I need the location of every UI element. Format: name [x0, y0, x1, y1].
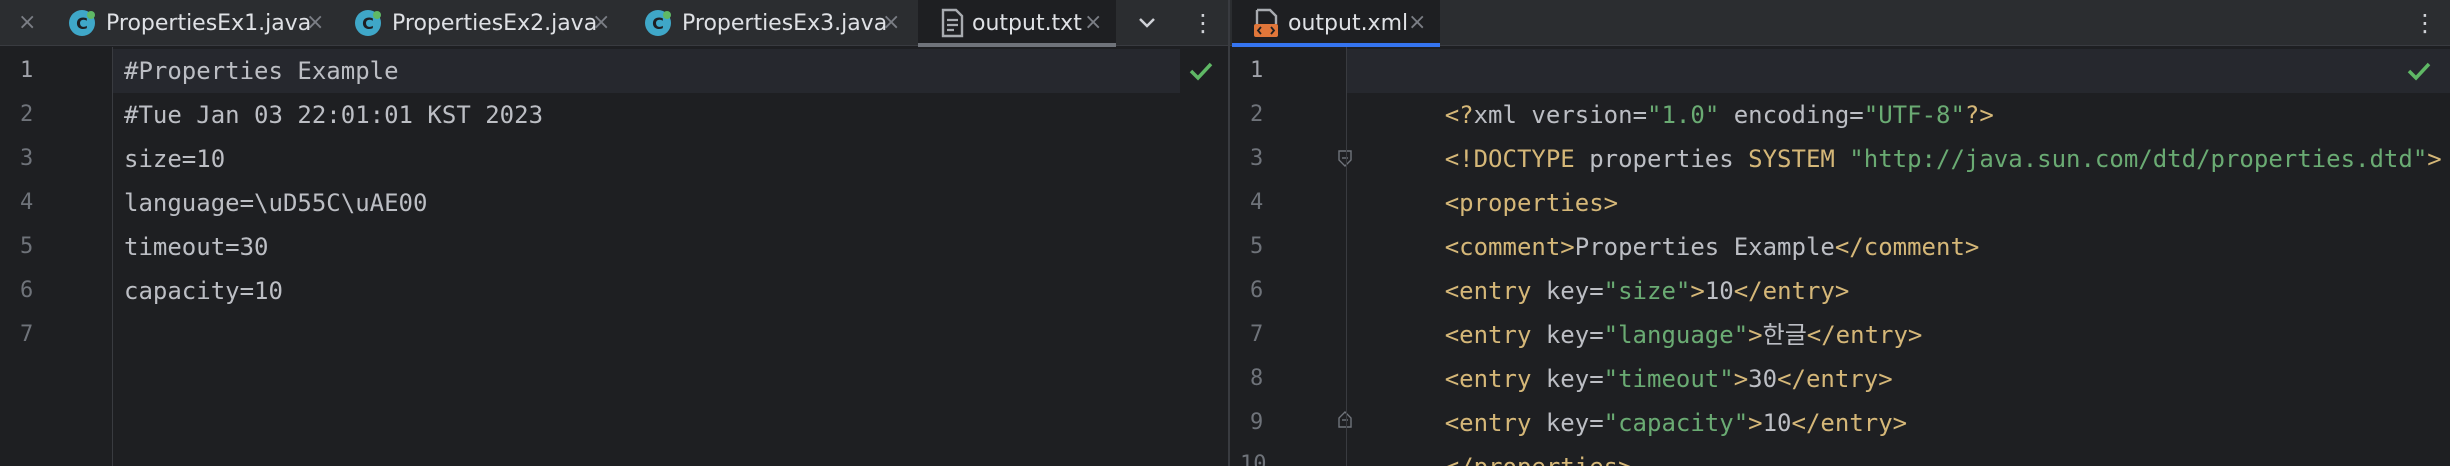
close-icon[interactable]: × [18, 0, 36, 46]
code-line: capacity=10 [124, 277, 283, 305]
text-editor-area[interactable]: #Properties Example #Tue Jan 03 22:01:01… [124, 47, 1184, 466]
doctype-url: "http://java.sun.com/dtd/properties.dtd" [1849, 145, 2428, 173]
xml-tag: </entry> [1791, 409, 1908, 437]
line-number: 5 [1250, 234, 1264, 259]
code-line: <comment>Properties Example</comment> [1358, 181, 1980, 261]
code-line: <entry key="language">한글</entry> [1358, 269, 1923, 349]
left-tab-bar: × C PropertiesEx1.java × C PropertiesEx2… [0, 0, 1228, 47]
check-icon[interactable] [2406, 58, 2432, 84]
tab-label: PropertiesEx3.java [682, 10, 888, 36]
line-number: 3 [20, 146, 34, 171]
xml-tag: > [1748, 409, 1763, 437]
xml-text: 10 [1762, 409, 1792, 437]
fold-collapse-icon[interactable] [1338, 150, 1352, 168]
right-tab-bar: output.xml × ⋮ [1230, 0, 2450, 47]
line-number: 2 [20, 102, 34, 127]
more-options-button[interactable]: ⋮ [2410, 0, 2440, 46]
line-number: 6 [20, 278, 34, 303]
tab-label: PropertiesEx1.java [106, 10, 312, 36]
line-number: 8 [1250, 366, 1264, 391]
tab-output-xml[interactable]: output.xml × [1232, 0, 1440, 47]
tab-label: output.txt [972, 10, 1082, 36]
close-icon[interactable]: × [882, 0, 900, 46]
code-line: #Properties Example [124, 57, 399, 85]
line-number: 10 [1240, 452, 1267, 466]
right-editor-pane: output.xml × ⋮ 1 2 3 4 5 6 7 8 9 10 <?xm… [1230, 0, 2450, 466]
line-number: 1 [1250, 58, 1264, 83]
doctype-keyword: SYSTEM [1748, 145, 1835, 173]
code-line: <entry key="capacity">10</entry> [1358, 357, 1907, 437]
xml-tag: </comment> [1834, 233, 1980, 261]
left-editor-pane: × C PropertiesEx1.java × C PropertiesEx2… [0, 0, 1228, 466]
doctype-space [1835, 145, 1849, 173]
svg-text:C: C [76, 14, 88, 33]
line-number: 4 [20, 190, 34, 215]
tab-properties-ex3[interactable]: C PropertiesEx3.java × [634, 0, 904, 46]
code-line: <properties> [1358, 137, 1618, 217]
code-line: </properties> [1358, 401, 1633, 466]
line-number: 3 [1250, 146, 1264, 171]
code-line: size=10 [124, 145, 226, 173]
line-number: 1 [20, 58, 34, 83]
svg-text:C: C [652, 14, 664, 33]
check-icon[interactable] [1188, 58, 1214, 84]
code-line: <entry key="size">10</entry> [1358, 225, 1850, 305]
tab-label: PropertiesEx2.java [392, 10, 598, 36]
code-line: <!DOCTYPE properties SYSTEM "http://java… [1358, 93, 2442, 173]
fold-expand-icon[interactable] [1338, 410, 1352, 428]
line-number: 7 [1250, 322, 1264, 347]
line-number: 7 [20, 322, 34, 347]
more-options-button[interactable]: ⋮ [1188, 0, 1218, 46]
xml-editor-area[interactable]: <?xml version="1.0" encoding="UTF-8"?> <… [1358, 47, 2448, 466]
tab-output-txt[interactable]: output.txt × [918, 0, 1116, 47]
code-line: language=\uD55C\uAE00 [124, 189, 428, 217]
code-line: <?xml version="1.0" encoding="UTF-8"?> [1358, 49, 1994, 129]
java-class-icon: C [69, 10, 95, 36]
xml-tag: </properties> [1445, 453, 1633, 466]
line-number: 2 [1250, 102, 1264, 127]
java-class-icon: C [645, 10, 671, 36]
gutter-separator [112, 47, 113, 466]
close-icon[interactable]: × [1408, 0, 1426, 46]
close-icon[interactable]: × [1084, 0, 1102, 46]
tab-list-button[interactable] [1132, 0, 1162, 46]
code-line: <entry key="timeout">30</entry> [1358, 313, 1893, 393]
close-icon[interactable]: × [306, 0, 324, 46]
line-number: 4 [1250, 190, 1264, 215]
java-class-icon: C [355, 10, 381, 36]
line-number-gutter: 1 2 3 4 5 6 7 [0, 47, 112, 466]
xml-file-icon [1254, 8, 1278, 37]
svg-text:C: C [362, 14, 374, 33]
doctype-close: > [2427, 145, 2442, 173]
tab-properties-ex1[interactable]: C PropertiesEx1.java × [58, 0, 328, 46]
chevron-down-icon [1139, 18, 1155, 28]
tab-label: output.xml [1288, 10, 1409, 36]
line-number: 5 [20, 234, 34, 259]
close-icon[interactable]: × [592, 0, 610, 46]
tab-properties-ex2[interactable]: C PropertiesEx2.java × [344, 0, 614, 46]
text-file-icon [941, 8, 964, 38]
line-number-gutter: 1 2 3 4 5 6 7 8 9 10 [1230, 47, 1346, 466]
code-line: #Tue Jan 03 22:01:01 KST 2023 [124, 101, 544, 129]
line-number: 6 [1250, 278, 1264, 303]
close-all-tab[interactable]: × [0, 0, 56, 46]
gutter-separator [1346, 47, 1347, 466]
code-line: timeout=30 [124, 233, 269, 261]
line-number: 9 [1250, 410, 1264, 435]
